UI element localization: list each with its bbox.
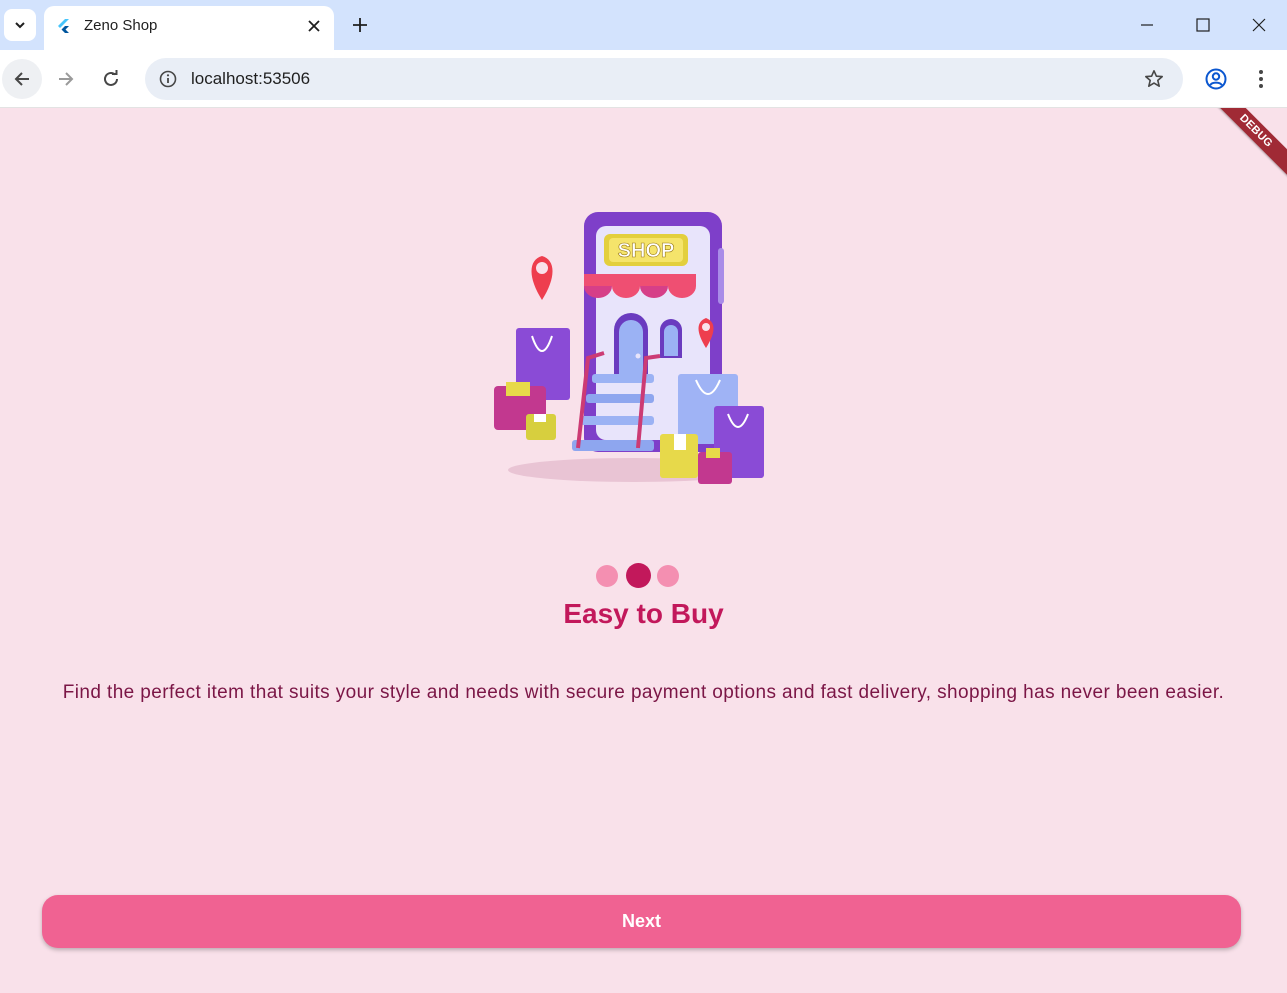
flutter-icon bbox=[58, 19, 69, 33]
forward-button[interactable] bbox=[46, 59, 86, 99]
maximize-icon bbox=[1196, 18, 1210, 32]
tab-title: Zeno Shop bbox=[84, 17, 158, 34]
star-icon bbox=[1145, 70, 1163, 87]
next-button[interactable]: Next bbox=[42, 895, 1241, 948]
url-text: localhost:53506 bbox=[191, 69, 311, 88]
onboarding-page: DEBUG SHOP Easy to Buy Find the perfect … bbox=[0, 108, 1287, 993]
debug-banner: DEBUG bbox=[1203, 108, 1287, 184]
close-tab-button[interactable] bbox=[304, 16, 324, 36]
back-button[interactable] bbox=[2, 59, 42, 99]
shop-storefront-illustration: SHOP bbox=[494, 212, 764, 484]
profile-button[interactable] bbox=[1196, 59, 1236, 99]
page-indicator-dot-active[interactable] bbox=[626, 563, 651, 588]
reload-icon bbox=[104, 70, 118, 86]
close-icon bbox=[1252, 18, 1266, 32]
chevron-down-icon bbox=[15, 22, 25, 29]
active-tab[interactable]: Zeno Shop bbox=[44, 6, 334, 50]
onboarding-description: Find the perfect item that suits your st… bbox=[62, 682, 1225, 703]
reload-button[interactable] bbox=[91, 59, 131, 99]
browser-menu-button[interactable] bbox=[1241, 59, 1281, 99]
onboarding-title: Easy to Buy bbox=[563, 598, 724, 629]
shop-sign-text: SHOP bbox=[618, 240, 675, 262]
bookmark-button[interactable] bbox=[1139, 64, 1169, 94]
page-indicator-dot[interactable] bbox=[596, 565, 618, 587]
tab-strip: Zeno Shop bbox=[0, 0, 1287, 50]
next-button-label: Next bbox=[621, 911, 661, 931]
debug-banner-label: DEBUG bbox=[1237, 112, 1275, 150]
browser-toolbar: localhost:53506 bbox=[0, 50, 1287, 108]
tab-search-button[interactable] bbox=[4, 9, 36, 41]
page-indicator bbox=[596, 563, 686, 588]
minimize-button[interactable] bbox=[1119, 0, 1175, 50]
arrow-left-icon bbox=[14, 72, 29, 86]
close-window-button[interactable] bbox=[1231, 0, 1287, 50]
minimize-icon bbox=[1141, 24, 1153, 26]
info-icon bbox=[159, 70, 177, 88]
page-indicator-dot[interactable] bbox=[657, 565, 679, 587]
plus-icon bbox=[353, 18, 367, 32]
close-icon bbox=[308, 20, 320, 32]
profile-icon bbox=[1205, 68, 1227, 90]
site-info-button[interactable] bbox=[153, 64, 183, 94]
maximize-button[interactable] bbox=[1175, 0, 1231, 50]
arrow-right-icon bbox=[59, 72, 74, 86]
kebab-menu-icon bbox=[1259, 70, 1263, 88]
new-tab-button[interactable] bbox=[346, 11, 374, 39]
address-bar[interactable]: localhost:53506 bbox=[145, 58, 1183, 100]
